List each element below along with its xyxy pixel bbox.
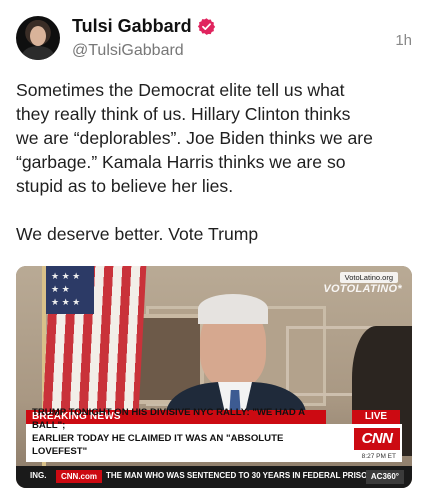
avatar[interactable] xyxy=(16,16,60,60)
live-badge: LIVE xyxy=(352,410,400,424)
network-logo: CNN xyxy=(354,428,400,450)
ticker-network-label: CNN.com xyxy=(56,470,103,483)
avatar-shoulders xyxy=(22,46,54,60)
post-text: Sometimes the Democrat elite tell us wha… xyxy=(16,80,373,244)
watermark-url: VotoLatino.org xyxy=(339,272,398,283)
timestamp[interactable]: 1h xyxy=(395,32,412,49)
ticker-text: THE MAN WHO WAS SENTENCED TO 30 YEARS IN… xyxy=(106,471,374,480)
avatar-face xyxy=(30,26,46,46)
watermark-logo: VOTOLATINO* xyxy=(323,283,402,295)
flag-canton xyxy=(46,266,94,314)
name-row: Tulsi Gabbard xyxy=(72,16,216,37)
speaker-hair xyxy=(198,294,268,324)
ticker-left-text: ING. xyxy=(30,471,47,480)
ticker-show-label: AC360° xyxy=(365,470,404,484)
display-name[interactable]: Tulsi Gabbard xyxy=(72,16,192,37)
verified-badge-icon xyxy=(197,18,215,35)
post-video-thumbnail[interactable]: VotoLatino.org VOTOLATINO* BREAKING NEWS… xyxy=(16,266,412,488)
post-header: Tulsi Gabbard @TulsiGabbard 1h xyxy=(16,14,416,64)
chyron-headline: TRUMP TONIGHT ON HIS DIVISIVE NYC RALLY:… xyxy=(32,407,305,457)
network-time: 8:27 PM ET xyxy=(361,453,396,460)
handle[interactable]: @TulsiGabbard xyxy=(72,42,184,60)
watermark-logo-text: VOTOLATINO xyxy=(323,283,398,295)
news-ticker: ING. CNN.com THE MAN WHO WAS SENTENCED T… xyxy=(16,466,412,488)
